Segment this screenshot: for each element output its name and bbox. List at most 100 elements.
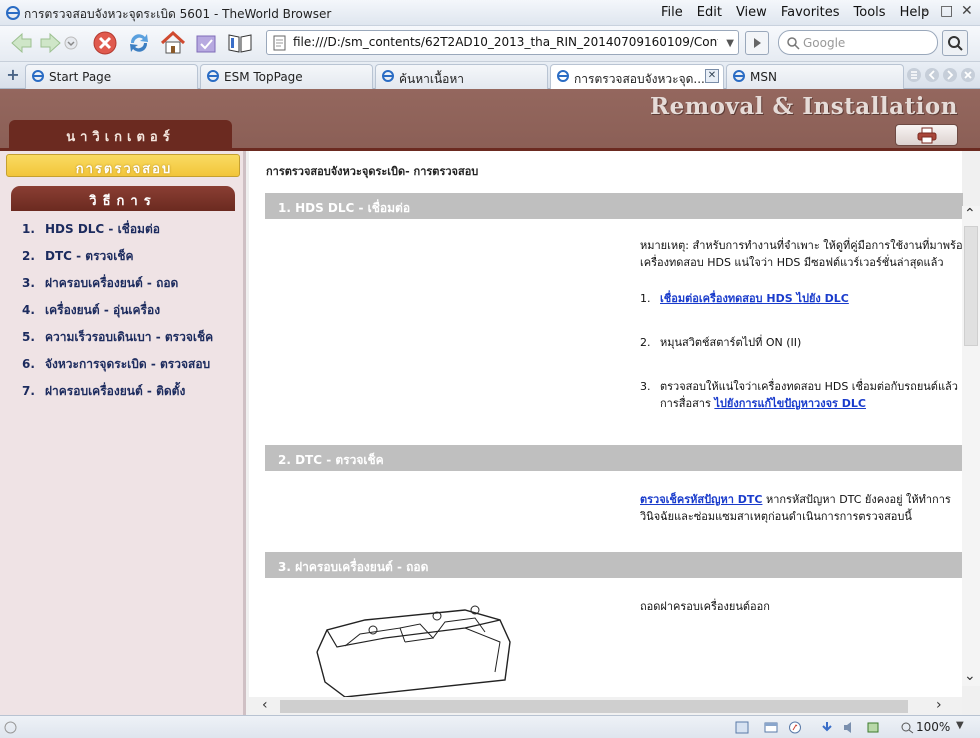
close-tab-icon[interactable]: ✕	[705, 69, 719, 83]
tab-esm-toppage[interactable]: ESM TopPage	[200, 64, 373, 89]
navigator-label: นาวิเกเตอร์	[66, 130, 175, 145]
ie-icon	[733, 70, 745, 82]
search-placeholder: Google	[803, 36, 846, 50]
menu-tools[interactable]: Tools	[854, 5, 886, 20]
step-label: ความเร็วรอบเดินเบา - ตรวจเช็ค	[45, 330, 214, 344]
step-number: 7.	[22, 384, 35, 398]
tab-content-search[interactable]: ค้นหาเนื้อหา	[375, 64, 548, 89]
window-title: การตรวจสอบจังหวะจุดระเบิด 5601 - TheWorl…	[24, 7, 332, 21]
sidebar-step-5[interactable]: 5. ความเร็วรอบเดินเบา - ตรวจเช็ค	[22, 328, 213, 347]
engine-cover-illustration	[316, 605, 511, 697]
zoom-icon[interactable]	[900, 721, 914, 734]
check-dtc-link[interactable]: ตรวจเช็ครหัสปัญหา DTC	[640, 493, 762, 506]
history-icon	[196, 35, 216, 53]
home-icon	[160, 30, 186, 54]
vertical-scroll-thumb[interactable]	[964, 226, 978, 346]
sidebar-step-4[interactable]: 4. เครื่องยนต์ - อุ่นเครื่อง	[22, 301, 160, 320]
sidebar-step-6[interactable]: 6. จังหวะการจุดระเบิด - ตรวจสอบ	[22, 355, 210, 374]
scroll-right-icon[interactable]: ›	[936, 697, 942, 713]
sidebar-step-1[interactable]: 1. HDS DLC - เชื่อมต่อ	[22, 220, 160, 239]
speaker-icon[interactable]	[842, 721, 856, 734]
navigator-tab[interactable]: นาวิเกเตอร์	[9, 120, 232, 149]
maximize-button[interactable]: □	[940, 3, 953, 19]
address-dropdown-icon[interactable]: ▼	[726, 38, 734, 49]
scroll-up-icon[interactable]: ⌃	[964, 206, 976, 222]
tab-controls	[906, 67, 976, 83]
search-icon	[787, 37, 800, 50]
step-number: 3.	[22, 276, 35, 290]
zoom-dropdown-icon[interactable]: ▼	[956, 720, 964, 731]
inspection-label: การตรวจสอบ	[75, 162, 173, 177]
stop-button[interactable]	[90, 28, 120, 58]
window-icon[interactable]	[764, 721, 778, 734]
section-title: 3. ฝาครอบเครื่องยนต์ - ถอด	[278, 560, 429, 574]
tab-msn[interactable]: MSN	[726, 64, 904, 89]
step-number: 2.	[22, 249, 35, 263]
refresh-button[interactable]	[124, 28, 154, 58]
step-text: หมุนสวิตช์สตาร์ตไปที่ ON (II)	[660, 336, 802, 349]
step-number: 5.	[22, 330, 35, 344]
address-bar[interactable]: file:///D:/sm_contents/62T2AD10_2013_tha…	[266, 30, 739, 55]
tab-bar: + Start Page ESM TopPage ค้นหาเนื้อหา กา…	[0, 62, 980, 89]
search-box[interactable]: Google	[778, 30, 938, 55]
address-text[interactable]: file:///D:/sm_contents/62T2AD10_2013_tha…	[293, 35, 718, 49]
horizontal-scroll-thumb[interactable]	[280, 700, 908, 713]
close-window-button[interactable]: ✕	[961, 3, 973, 19]
forward-arrow-icon	[40, 32, 61, 54]
security-icon[interactable]	[866, 721, 880, 734]
section-title: 2. DTC - ตรวจเช็ค	[278, 453, 384, 467]
step-text: การสื่อสาร	[660, 397, 711, 410]
scroll-left-icon[interactable]: ‹	[262, 697, 268, 713]
favorites-button[interactable]	[225, 28, 255, 58]
step-label: HDS DLC - เชื่อมต่อ	[45, 222, 160, 236]
tab-scroll-right-icon[interactable]	[942, 67, 958, 83]
tab-list-icon[interactable]	[906, 67, 922, 83]
connect-hds-link[interactable]: เชื่อมต่อเครื่องทดสอบ HDS ไปยัง DLC	[660, 292, 849, 305]
compass-icon[interactable]	[788, 721, 802, 734]
refresh-icon	[130, 34, 148, 52]
menu-view[interactable]: View	[736, 5, 767, 20]
play-icon	[754, 38, 761, 48]
go-button[interactable]	[745, 31, 769, 55]
search-button[interactable]	[942, 30, 968, 56]
step-label: ฝาครอบเครื่องยนต์ - ติดตั้ง	[45, 384, 186, 398]
inspection-button[interactable]: การตรวจสอบ	[6, 154, 240, 177]
page-info-icon[interactable]	[735, 721, 749, 734]
menu-edit[interactable]: Edit	[697, 5, 722, 20]
minimize-button[interactable]: –	[922, 3, 929, 19]
step-number: 2.	[640, 336, 651, 349]
print-button[interactable]	[895, 124, 958, 146]
history-button[interactable]	[191, 28, 221, 58]
note-line: หมายเหตุ: สำหรับการทำงานที่จำเพาะ ให้ดูท…	[640, 239, 980, 252]
menu-file[interactable]: File	[661, 5, 683, 20]
dtc-line: วินิจฉัยและซ่อมแซมสาเหตุก่อนดำเนินการการ…	[640, 510, 912, 523]
title-bar: การตรวจสอบจังหวะจุดระเบิด 5601 - TheWorl…	[0, 0, 980, 26]
menu-favorites[interactable]: Favorites	[781, 5, 840, 20]
home-button[interactable]	[158, 28, 188, 58]
download-icon[interactable]	[820, 721, 834, 734]
close-all-tabs-icon[interactable]	[960, 67, 976, 83]
sidebar-step-2[interactable]: 2. DTC - ตรวจเช็ค	[22, 247, 134, 266]
note-text: หมายเหตุ: สำหรับการทำงานที่จำเพาะ ให้ดูท…	[640, 237, 980, 271]
zoom-level[interactable]: 100%	[916, 720, 950, 734]
history-dropdown[interactable]	[62, 28, 80, 58]
section-title: Removal & Installation	[650, 93, 958, 120]
ie-icon	[32, 70, 44, 82]
magnifier-icon	[948, 36, 963, 51]
tab-start-page[interactable]: Start Page	[25, 64, 198, 89]
sidebar-step-3[interactable]: 3. ฝาครอบเครื่องยนต์ - ถอด	[22, 274, 178, 293]
dlc-troubleshoot-link[interactable]: ไปยังการแก้ไขปัญหาวงจร DLC	[714, 397, 866, 410]
step-item: 3. ตรวจสอบให้แน่ใจว่าเครื่องทดสอบ HDS เชื…	[640, 378, 962, 412]
step-label: จังหวะการจุดระเบิด - ตรวจสอบ	[45, 357, 211, 371]
back-button[interactable]	[6, 28, 36, 58]
step-number: 1.	[640, 292, 651, 305]
procedure-title: วิธีการ	[89, 194, 157, 209]
tab-label: MSN	[750, 70, 777, 84]
navigation-toolbar: file:///D:/sm_contents/62T2AD10_2013_tha…	[0, 26, 980, 62]
new-tab-button[interactable]: +	[4, 66, 22, 84]
sidebar-step-7[interactable]: 7. ฝาครอบเครื่องยนต์ - ติดตั้ง	[22, 382, 185, 401]
step-item: 1. เชื่อมต่อเครื่องทดสอบ HDS ไปยัง DLC	[640, 290, 849, 307]
tab-ignition-timing[interactable]: การตรวจสอบจังหวะจุด... ✕	[550, 64, 724, 89]
scroll-down-icon[interactable]: ⌄	[964, 668, 976, 684]
tab-scroll-left-icon[interactable]	[924, 67, 940, 83]
